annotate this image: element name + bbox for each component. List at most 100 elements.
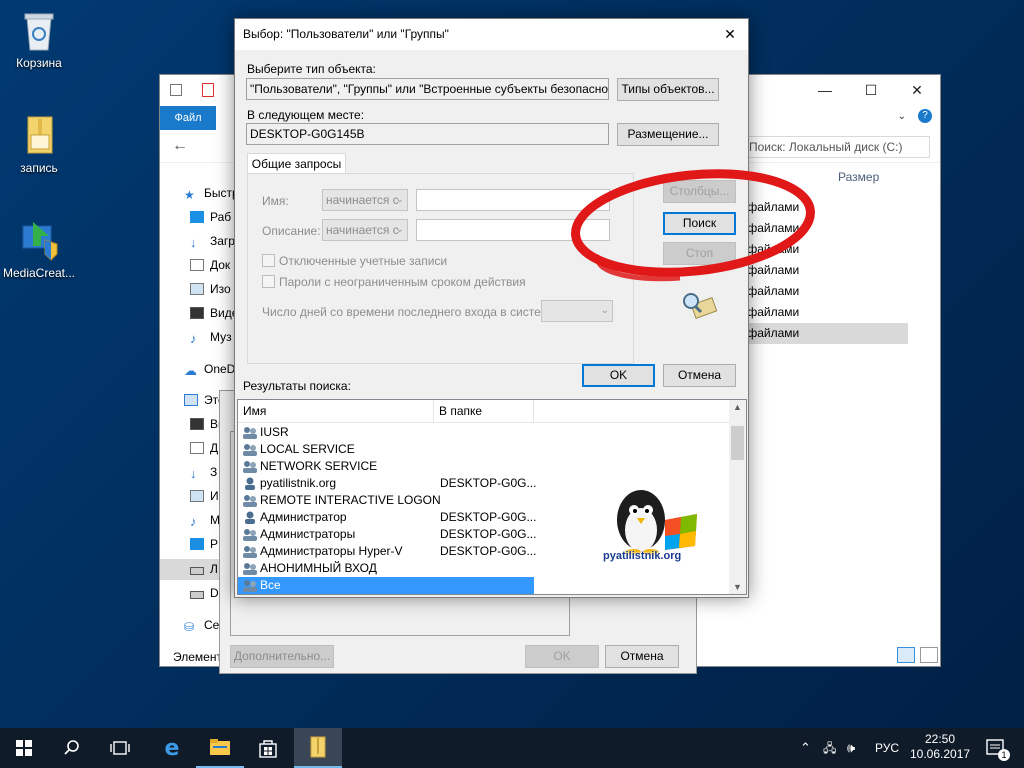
desktop-icon-recycle-bin[interactable]: Корзина — [1, 8, 77, 70]
name-label: Имя: — [262, 194, 289, 208]
days-since-logon-select[interactable]: ⌄ — [541, 300, 613, 322]
results-scrollbar[interactable]: ▲ ▼ — [729, 400, 746, 594]
nav-desktop[interactable]: Раб — [190, 207, 231, 228]
result-row[interactable]: pyatilistnik.org DESKTOP-G0G... — [238, 475, 536, 492]
nav-pictures[interactable]: Изо — [190, 279, 231, 300]
result-row[interactable]: NETWORK SERVICE — [238, 458, 534, 475]
nav-quick-access[interactable]: ★ Быстр — [184, 183, 239, 204]
edge-taskbar-button[interactable]: e — [148, 728, 196, 768]
result-row[interactable]: Администраторы DESKTOP-G0G... — [238, 526, 537, 543]
store-taskbar-button[interactable] — [244, 728, 292, 768]
nav-label: З — [210, 465, 218, 479]
object-type-label: Выберите тип объекта: — [247, 62, 376, 76]
bg-cancel-button[interactable]: Отмена — [605, 645, 679, 668]
music-note-icon: ♪ — [190, 331, 197, 346]
action-center-button[interactable]: 1 — [983, 728, 1010, 768]
cancel-button[interactable]: Отмена — [663, 364, 736, 387]
file-explorer-taskbar-button[interactable] — [196, 728, 244, 768]
clock[interactable]: 22:50 10.06.2017 — [910, 728, 970, 768]
non-expiring-checkbox[interactable] — [262, 275, 275, 288]
tab-common-queries[interactable]: Общие запросы — [247, 153, 346, 174]
scroll-thumb[interactable] — [731, 426, 744, 460]
nav-label: И — [210, 489, 219, 503]
nav-pc-pictures[interactable]: И — [190, 486, 219, 507]
nav-local-disk[interactable]: Л — [160, 559, 220, 580]
file-row-selected[interactable]: с файлами — [738, 323, 908, 344]
explorer-minimize-button[interactable]: — — [802, 75, 848, 106]
help-icon[interactable]: ? — [918, 109, 932, 123]
clock-time: 22:50 — [924, 732, 956, 746]
advanced-button[interactable]: Дополнительно... — [230, 645, 334, 668]
desktop-icon-zapis[interactable]: запись — [1, 113, 77, 175]
result-row[interactable]: Администраторы Hyper-V DESKTOP-G0G... — [238, 543, 536, 560]
result-row[interactable]: АНОНИМНЫЙ ВХОД — [238, 560, 534, 577]
result-row[interactable]: LOCAL SERVICE — [238, 441, 534, 458]
scroll-up-icon[interactable]: ▲ — [733, 402, 742, 412]
nav-pc-music[interactable]: ♪ М — [190, 510, 220, 531]
file-tab[interactable]: Файл — [160, 106, 216, 130]
scroll-down-icon[interactable]: ▼ — [733, 582, 742, 592]
volume-icon[interactable]: 🕪 — [847, 728, 855, 768]
nav-pc-desktop[interactable]: Р — [190, 534, 218, 555]
column-header-name[interactable]: Имя — [238, 400, 434, 423]
nav-music[interactable]: ♪ Муз — [190, 327, 232, 348]
result-folder: DESKTOP-G0G... — [440, 527, 537, 541]
desktop-icon-mediacreation[interactable]: MediaCreat... — [1, 218, 77, 280]
result-row[interactable]: IUSR — [238, 424, 534, 441]
task-view-button[interactable] — [96, 728, 144, 768]
large-icons-view-icon[interactable] — [920, 647, 938, 663]
nav-pc-documents[interactable]: Д — [190, 438, 218, 459]
chevron-down-icon: ⌄ — [395, 194, 404, 205]
desktop-folder-icon — [190, 211, 204, 223]
explorer-maximize-button[interactable]: ☐ — [848, 75, 894, 106]
column-header-size[interactable]: Размер — [838, 170, 879, 184]
music-note-icon: ♪ — [190, 514, 197, 529]
desktop-folder-icon — [190, 538, 204, 550]
drive-icon — [190, 591, 204, 599]
result-row-selected[interactable]: Все — [238, 577, 534, 594]
nav-label: Се — [204, 618, 220, 632]
result-row[interactable]: REMOTE INTERACTIVE LOGON — [238, 492, 534, 509]
show-hidden-icons-button[interactable]: ⌃ — [800, 728, 811, 768]
name-operator-select[interactable]: начинается с ⌄ — [322, 189, 408, 211]
nav-network[interactable]: ⛁ Се — [184, 615, 219, 636]
explorer-search-input[interactable]: Поиск: Локальный диск (C:) — [744, 136, 930, 158]
back-arrow-icon[interactable]: ← — [172, 137, 188, 155]
result-row[interactable]: Администратор DESKTOP-G0G... — [238, 509, 536, 526]
explorer-close-button[interactable]: ✕ — [894, 75, 940, 106]
result-name: Администратор — [260, 510, 347, 524]
group-icon — [242, 442, 258, 457]
notification-count: 1 — [998, 749, 1010, 761]
column-header-folder[interactable]: В папке — [434, 400, 534, 423]
nav-label: OneD — [204, 362, 236, 376]
bg-ok-button[interactable]: OK — [525, 645, 599, 668]
nav-videos[interactable]: Виде — [190, 303, 238, 324]
description-operator-select[interactable]: начинается с ⌄ — [322, 219, 408, 241]
ok-button[interactable]: OK — [582, 364, 655, 387]
drive-icon — [190, 567, 204, 575]
store-bag-icon — [259, 740, 277, 758]
documents-icon — [190, 259, 204, 271]
download-arrow-icon: ↓ — [190, 235, 197, 250]
annotation-ellipse — [571, 169, 815, 282]
disabled-accounts-checkbox[interactable] — [262, 254, 275, 267]
quick-access-toolbar-icon[interactable] — [202, 83, 214, 97]
description-operator-value: начинается с — [326, 223, 399, 237]
nav-documents[interactable]: Док — [190, 255, 230, 276]
nav-downloads[interactable]: ↓ Загр — [190, 231, 235, 252]
result-name: NETWORK SERVICE — [260, 459, 378, 473]
nav-onedrive[interactable]: ☁ OneD — [184, 359, 235, 380]
locations-button[interactable]: Размещение... — [617, 123, 719, 146]
taskbar-search-button[interactable] — [48, 728, 96, 768]
input-language-indicator[interactable]: РУС — [875, 728, 899, 768]
start-button[interactable] — [0, 728, 48, 768]
zip-file-taskbar-button[interactable] — [294, 728, 342, 768]
network-icon[interactable]: 🖧 — [823, 728, 836, 768]
nav-drive-d[interactable]: D — [190, 583, 219, 604]
search-results-list[interactable]: Имя В папке IUSR LOCAL SERVICE NETWORK S… — [237, 399, 747, 595]
expand-ribbon-icon[interactable]: ⌄ — [898, 111, 906, 122]
nav-pc-downloads[interactable]: ↓ З — [190, 462, 217, 483]
dialog-close-button[interactable]: ✕ — [712, 19, 748, 50]
object-types-button[interactable]: Типы объектов... — [617, 78, 719, 101]
details-view-icon[interactable] — [897, 647, 915, 663]
